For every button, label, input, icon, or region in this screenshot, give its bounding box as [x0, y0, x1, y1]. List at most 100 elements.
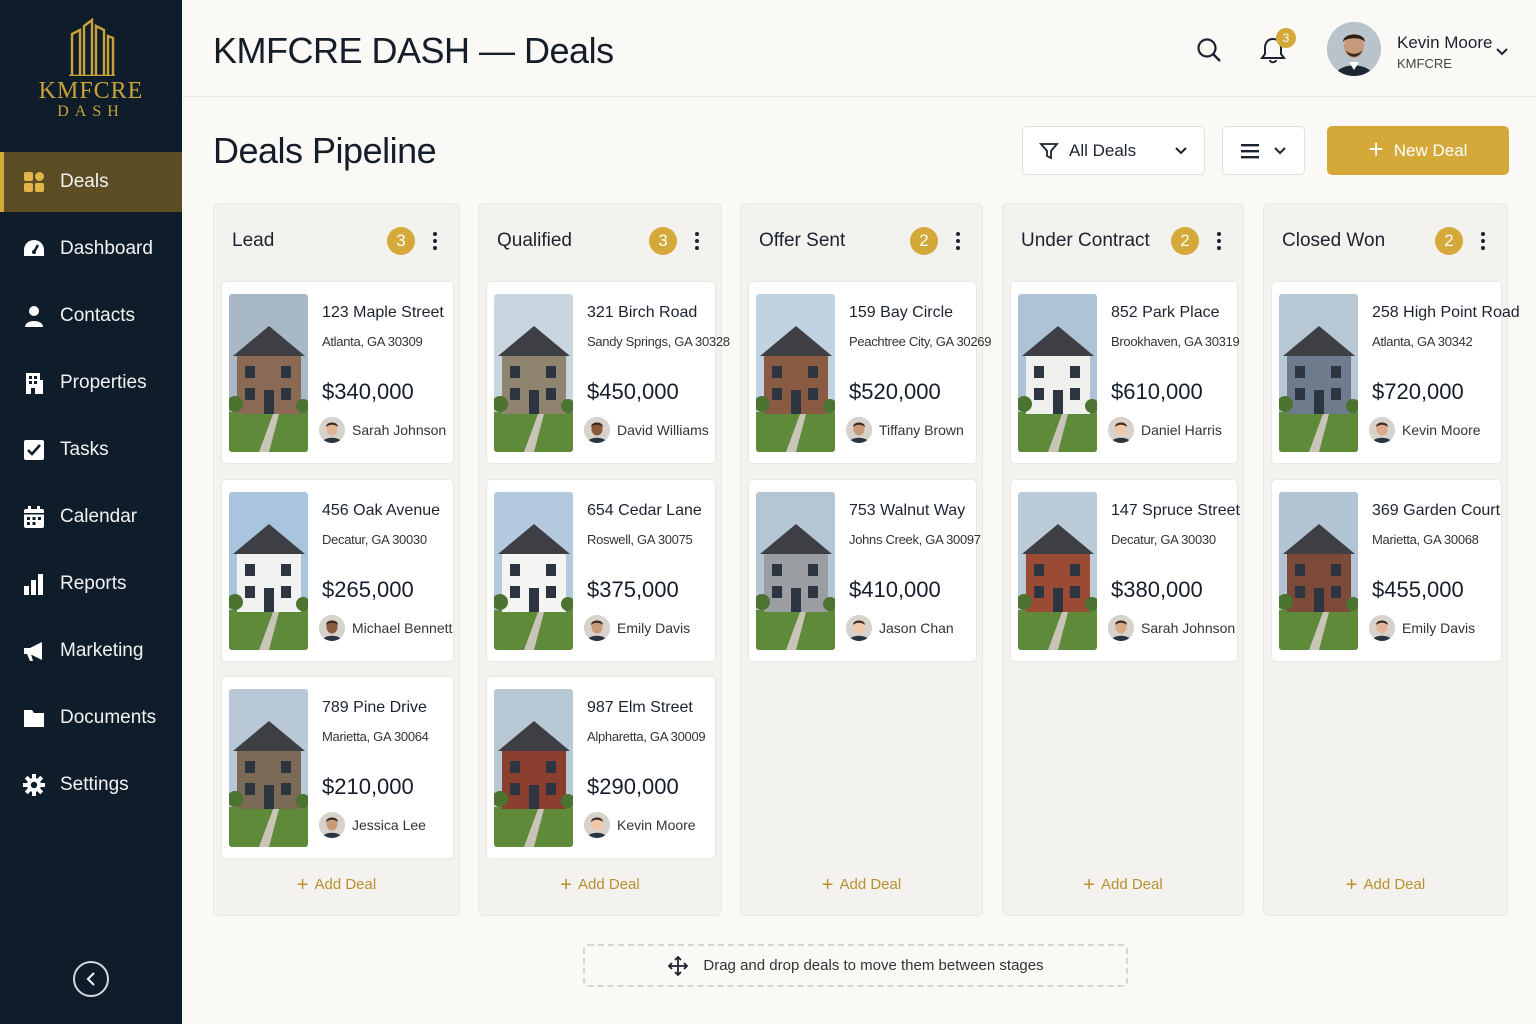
deal-street: 753 Walnut Way: [849, 502, 966, 519]
plus-icon: +: [821, 874, 834, 896]
deal-card[interactable]: 789 Pine Drive Marietta, GA 30064 $210,000…: [221, 676, 454, 859]
column-menu-button[interactable]: [948, 231, 968, 251]
user-menu-toggle[interactable]: [1495, 44, 1509, 62]
agent-name: Jason Chan: [879, 620, 954, 636]
plus-icon: +: [560, 874, 572, 896]
sidebar-item-tasks[interactable]: Tasks: [0, 420, 182, 480]
deal-filter-dropdown[interactable]: All Deals: [1022, 126, 1205, 175]
deal-agent: Michael Bennett: [319, 615, 452, 641]
more-vertical-icon: [956, 232, 960, 250]
deal-street: 654 Cedar Lane: [587, 502, 702, 519]
deal-street: 852 Park Place: [1111, 304, 1220, 321]
add-deal-button[interactable]: + Add Deal: [214, 874, 459, 897]
column-header: Offer Sent 2: [759, 226, 968, 256]
sidebar-item-reports[interactable]: Reports: [0, 554, 182, 614]
deal-card[interactable]: 456 Oak Avenue Decatur, GA 30030 $265,000 M…: [221, 479, 454, 662]
deal-card[interactable]: 753 Walnut Way Johns Creek, GA 30097 $410,…: [748, 479, 981, 662]
sidebar-item-label: Contacts: [60, 305, 135, 326]
user-avatar[interactable]: [1327, 22, 1381, 76]
building-logo-icon: [69, 18, 115, 76]
deal-street: 321 Birch Road: [587, 304, 698, 321]
property-photo: [229, 294, 308, 452]
sidebar-item-documents[interactable]: Documents: [0, 688, 182, 748]
top-header: KMFCRE DASH — Deals 3 Kevin Moore KMFCRE: [182, 0, 1536, 97]
agent-avatar: [1108, 615, 1134, 641]
deal-city: Atlanta, GA 30309: [322, 334, 423, 349]
gear-icon: [22, 773, 46, 797]
move-arrows-icon: [668, 955, 689, 976]
add-deal-button[interactable]: + Add Deal: [1003, 874, 1243, 897]
add-deal-button[interactable]: + Add Deal: [1264, 874, 1507, 897]
bar-chart-icon: [22, 572, 46, 596]
deal-street: 258 High Point Road: [1372, 304, 1520, 321]
deal-card[interactable]: 147 Spruce Street Decatur, GA 30030 $380,0…: [1010, 479, 1240, 662]
deal-price: $520,000: [849, 379, 941, 404]
agent-name: Emily Davis: [617, 620, 691, 636]
column-menu-button[interactable]: [1209, 231, 1229, 251]
deal-card[interactable]: 159 Bay Circle Peachtree City, GA 30269 $5…: [748, 281, 991, 464]
property-photo: [494, 492, 573, 650]
agent-avatar: [1108, 417, 1134, 443]
agent-avatar: [846, 615, 872, 641]
plus-icon: +: [1345, 874, 1358, 896]
deal-card[interactable]: 852 Park Place Brookhaven, GA 30319 $610,0…: [1010, 281, 1240, 464]
property-photo: [1018, 492, 1097, 650]
sidebar-item-label: Documents: [60, 707, 157, 728]
column-menu-button[interactable]: [425, 231, 445, 251]
agent-avatar: [319, 417, 345, 443]
deal-card[interactable]: 654 Cedar Lane Roswell, GA 30075 $375,000 E…: [486, 479, 716, 662]
brand-logo[interactable]: KMFCRE DASH: [0, 18, 182, 121]
deal-price: $720,000: [1372, 379, 1464, 404]
hint-text: Drag and drop deals to move them between…: [703, 957, 1044, 974]
sidebar-item-deals[interactable]: Deals: [0, 152, 182, 212]
view-options-dropdown[interactable]: [1222, 126, 1305, 175]
add-deal-label: Add Deal: [314, 876, 377, 893]
deal-city: Brookhaven, GA 30319: [1111, 334, 1240, 349]
sidebar-item-properties[interactable]: Properties: [0, 353, 182, 413]
folder-icon: [22, 706, 46, 730]
search-button[interactable]: [1196, 37, 1222, 68]
deal-agent: Kevin Moore: [584, 812, 696, 838]
deal-card[interactable]: 987 Elm Street Alpharetta, GA 30009 $290,0…: [486, 676, 716, 859]
collapse-sidebar-button[interactable]: [73, 961, 109, 997]
checkbox-icon: [22, 438, 46, 462]
column-count-badge: 3: [649, 227, 677, 255]
new-deal-button[interactable]: + New Deal: [1327, 126, 1509, 175]
deal-agent: Tiffany Brown: [846, 417, 964, 443]
deal-city: Alpharetta, GA 30009: [587, 729, 706, 744]
add-deal-button[interactable]: + Add Deal: [741, 874, 982, 897]
column-header: Lead 3: [232, 226, 445, 256]
column-header: Qualified 3: [497, 226, 707, 256]
plus-icon: +: [1368, 134, 1384, 164]
column-menu-button[interactable]: [687, 231, 707, 251]
deal-card[interactable]: 123 Maple Street Atlanta, GA 30309 $340,00…: [221, 281, 454, 464]
add-deal-label: Add Deal: [839, 876, 902, 893]
add-deal-label: Add Deal: [1363, 876, 1426, 893]
sidebar-nav: Deals Dashboard Contacts Properties Task…: [0, 152, 182, 822]
list-view-icon: [1240, 143, 1259, 158]
property-photo: [494, 689, 573, 847]
deal-card[interactable]: 369 Garden Court Marietta, GA 30068 $455,0…: [1271, 479, 1502, 662]
sidebar-item-settings[interactable]: Settings: [0, 755, 182, 815]
deal-card[interactable]: 258 High Point Road Atlanta, GA 30342 $720…: [1271, 281, 1520, 464]
user-name[interactable]: Kevin Moore: [1397, 33, 1492, 53]
deal-city: Atlanta, GA 30342: [1372, 334, 1473, 349]
column-count-badge: 2: [1435, 227, 1463, 255]
agent-name: Sarah Johnson: [352, 422, 447, 438]
sidebar-item-label: Tasks: [60, 439, 109, 460]
new-deal-label: New Deal: [1393, 140, 1468, 160]
chevron-down-icon: [1175, 146, 1187, 154]
deal-city: Marietta, GA 30064: [322, 729, 429, 744]
sidebar-item-calendar[interactable]: Calendar: [0, 487, 182, 547]
sidebar-item-dashboard[interactable]: Dashboard: [0, 219, 182, 279]
agent-name: Kevin Moore: [617, 817, 696, 833]
column-menu-button[interactable]: [1473, 231, 1493, 251]
search-icon: [1197, 38, 1221, 62]
add-deal-button[interactable]: + Add Deal: [479, 874, 721, 897]
deal-card[interactable]: 321 Birch Road Sandy Springs, GA 30328 $45…: [486, 281, 730, 464]
sidebar-item-contacts[interactable]: Contacts: [0, 286, 182, 346]
filter-selected-value: All Deals: [1069, 140, 1137, 160]
deal-street: 369 Garden Court: [1372, 502, 1501, 519]
deal-agent: David Williams: [584, 417, 709, 443]
sidebar-item-marketing[interactable]: Marketing: [0, 621, 182, 681]
